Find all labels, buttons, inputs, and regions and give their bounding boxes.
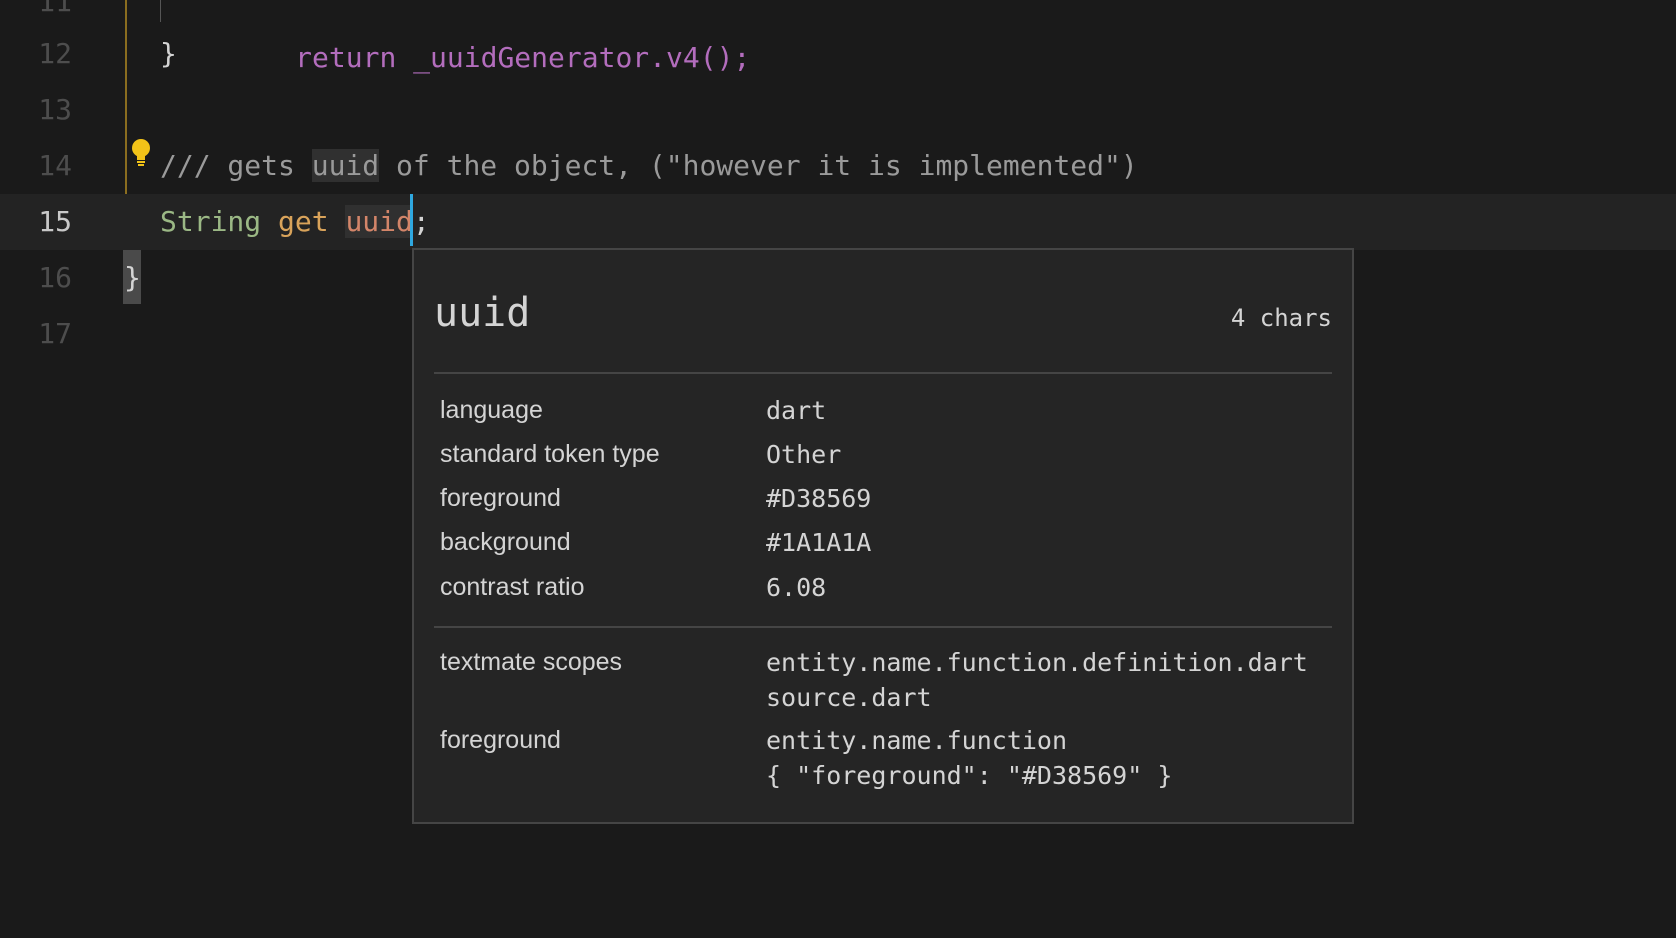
row-label-token-type: standard token type: [440, 440, 660, 468]
code-editor[interactable]: 11 return _uuidGenerator.v4(); 12 } 13 1…: [0, 0, 1676, 938]
row-value-foreground: #D38569: [766, 484, 872, 513]
code-line-12[interactable]: 12 }: [0, 26, 1676, 82]
row-value-background: #1A1A1A: [766, 528, 872, 557]
inspector-divider: [434, 626, 1332, 628]
row-label-theme-foreground: foreground: [440, 726, 561, 754]
row-label-scopes: textmate scopes: [440, 648, 623, 676]
comment-word-highlight: uuid: [311, 149, 380, 182]
getter-declaration: String get uuid;: [160, 194, 430, 250]
inspector-token: uuid: [434, 290, 531, 336]
type-keyword: String: [160, 205, 262, 238]
row-value-scope-1: entity.name.function.definition.dart: [766, 648, 1308, 677]
row-value-token-type: Other: [766, 440, 842, 469]
row-label-contrast: contrast ratio: [440, 573, 585, 601]
row-label-language: language: [440, 396, 543, 424]
inner-indent-guide: [160, 0, 161, 22]
row-label-background: background: [440, 528, 571, 556]
function-name-token[interactable]: uuid: [345, 205, 413, 238]
code-text: }: [124, 261, 141, 294]
comment-prefix: /// gets: [160, 149, 312, 182]
code-text: }: [160, 37, 177, 70]
line-number: 17: [38, 317, 72, 350]
row-value-scope-2: source.dart: [766, 683, 932, 712]
text-cursor: [410, 194, 413, 246]
row-value-theme-rule: { "foreground": "#D38569" }: [766, 761, 1173, 790]
code-line-14[interactable]: 14 /// gets uuid of the object, ("howeve…: [0, 138, 1676, 194]
row-value-theme-selector: entity.name.function: [766, 726, 1068, 755]
comment-suffix: of the object, ("however it is implement…: [379, 149, 1138, 182]
get-keyword: get: [278, 205, 329, 238]
code-line-15[interactable]: 15 String get uuid;: [0, 194, 1676, 250]
line-number: 16: [38, 261, 72, 294]
inspector-length: 4 chars: [1230, 304, 1332, 332]
doc-comment: /// gets uuid of the object, ("however i…: [160, 138, 1138, 194]
lightbulb-icon[interactable]: [130, 138, 152, 172]
row-value-contrast: 6.08: [766, 573, 827, 602]
code-line-13[interactable]: 13: [0, 82, 1676, 138]
semicolon: ;: [412, 205, 430, 238]
row-value-language: dart: [766, 396, 827, 425]
token-inspector-panel: uuid 4 chars language dart standard toke…: [412, 248, 1354, 824]
line-number: 12: [38, 37, 72, 70]
line-number: 15: [38, 205, 72, 238]
line-number: 14: [38, 149, 72, 182]
line-number: 13: [38, 93, 72, 126]
row-label-foreground: foreground: [440, 484, 561, 512]
inspector-divider: [434, 372, 1332, 374]
